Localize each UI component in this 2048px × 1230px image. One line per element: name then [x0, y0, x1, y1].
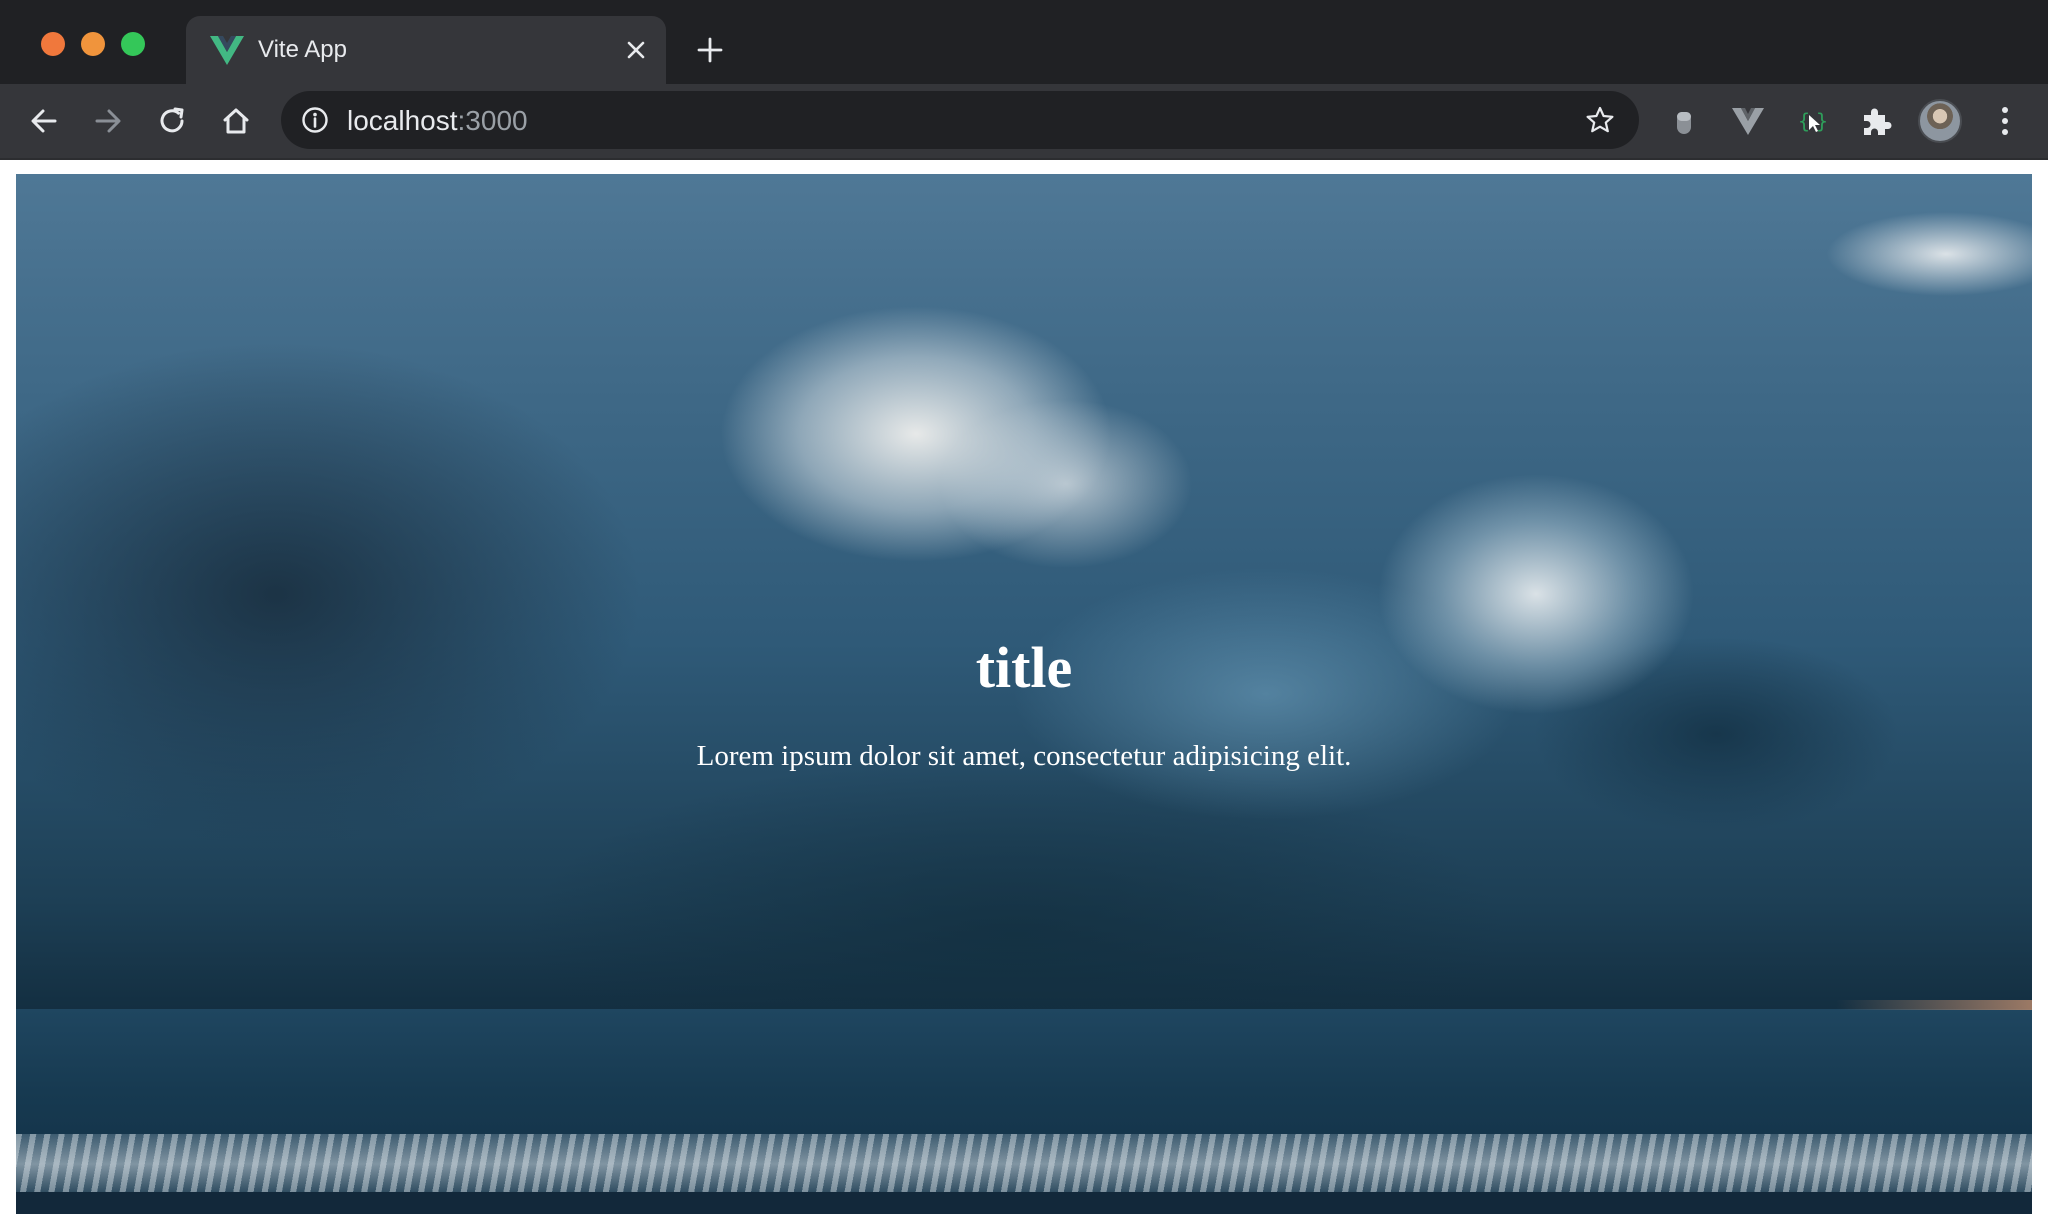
tab-vite-app[interactable]: Vite App — [186, 16, 666, 84]
puzzle-icon[interactable] — [1858, 103, 1894, 139]
hero-title: title — [975, 635, 1073, 700]
info-icon[interactable] — [301, 106, 329, 134]
url-host: localhost — [347, 105, 458, 136]
star-icon[interactable] — [1585, 105, 1615, 135]
browser-titlebar: Vite App — [0, 0, 2048, 84]
reload-icon[interactable] — [156, 105, 188, 137]
home-icon[interactable] — [220, 105, 252, 137]
page-viewport: title Lorem ipsum dolor sit amet, consec… — [0, 160, 2048, 1230]
avatar[interactable] — [1918, 99, 1962, 143]
arrow-left-icon[interactable] — [28, 105, 60, 137]
tab-title: Vite App — [258, 36, 347, 63]
url-text[interactable]: localhost:3000 — [347, 105, 528, 137]
vue-devtools-icon[interactable] — [1730, 103, 1766, 139]
arrow-right-icon[interactable] — [92, 105, 124, 137]
extension-code-icon[interactable]: { } — [1794, 103, 1830, 139]
address-bar[interactable]: localhost:3000 — [281, 91, 1639, 149]
extension-bulb-icon[interactable] — [1666, 103, 1702, 139]
browser-toolbar: localhost:3000 { } — [0, 84, 2048, 158]
new-tab-button[interactable] — [696, 36, 724, 64]
hero-subtitle: Lorem ipsum dolor sit amet, consectetur … — [696, 740, 1352, 772]
window-minimize-button[interactable] — [81, 32, 105, 56]
window-zoom-button[interactable] — [121, 32, 145, 56]
svg-text:{: { — [1798, 109, 1810, 133]
hero-shore-image — [16, 1192, 2032, 1214]
hero-surf-image — [16, 1134, 2032, 1194]
window-close-button[interactable] — [41, 32, 65, 56]
hero-section: title Lorem ipsum dolor sit amet, consec… — [16, 174, 2032, 1214]
hero-horizon-glow — [1836, 1000, 2032, 1010]
vue-logo-icon — [210, 36, 244, 65]
close-icon[interactable] — [624, 38, 648, 62]
svg-text:}: } — [1816, 109, 1828, 133]
url-port: :3000 — [457, 105, 528, 136]
more-vert-icon[interactable] — [1990, 104, 2020, 138]
